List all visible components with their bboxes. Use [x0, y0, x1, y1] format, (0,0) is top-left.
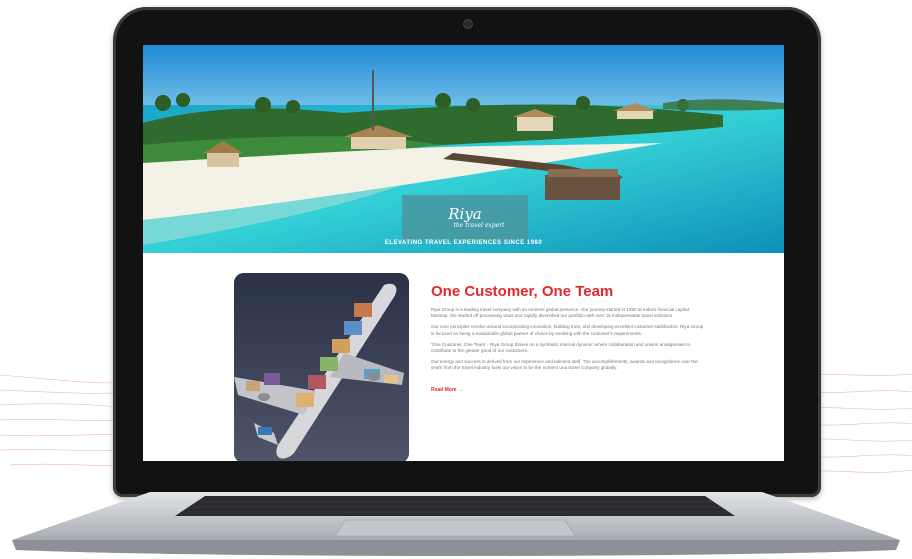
laptop-base [12, 492, 900, 556]
section-heading: One Customer, One Team [431, 283, 614, 300]
hero-banner: Riya the travel expert ELEVATING TRAVEL … [143, 45, 784, 253]
about-paragraph: Our core principles revolve around incor… [431, 324, 704, 336]
logo-tagline: the travel expert [453, 221, 505, 229]
hero-tagline: ELEVATING TRAVEL EXPERIENCES SINCE 1980 [384, 240, 543, 246]
laptop-screen: Riya the travel expert ELEVATING TRAVEL … [143, 45, 784, 461]
webcam-icon [463, 19, 473, 29]
about-section: One Customer, One Team Riya Group is a l… [143, 253, 784, 461]
about-text: One Customer, One Team Riya Group is a l… [431, 283, 706, 396]
about-paragraph: Our energy and success is derived from o… [431, 359, 698, 371]
laptop-mockup: Riya the travel expert ELEVATING TRAVEL … [0, 0, 912, 559]
about-paragraph: 'One Customer, One Team' - Riya Group th… [431, 341, 691, 354]
brand-logo[interactable]: Riya the travel expert [402, 195, 528, 241]
about-paragraph: Riya Group is a leading travel company w… [431, 307, 691, 319]
logo-name: Riya [448, 204, 482, 223]
airplane-collage-image [234, 273, 409, 461]
read-more-link[interactable]: Read More → [431, 387, 463, 393]
